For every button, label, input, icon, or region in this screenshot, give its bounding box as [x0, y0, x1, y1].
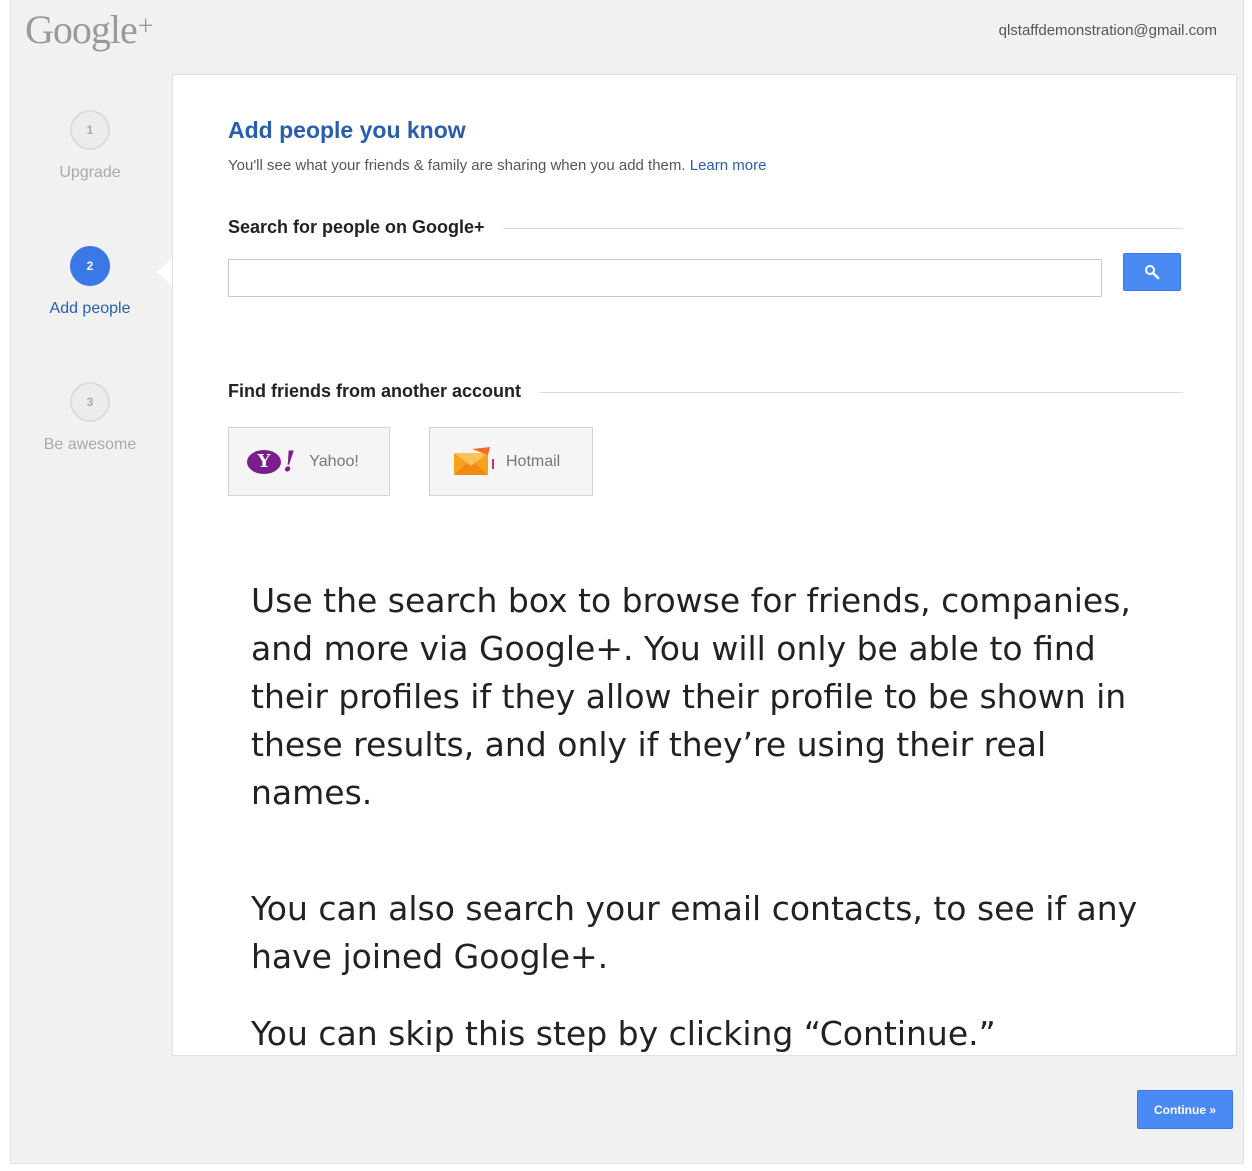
search-input[interactable]	[228, 259, 1102, 297]
yahoo-label: Yahoo!	[309, 452, 359, 470]
search-icon	[1145, 265, 1160, 280]
continue-button[interactable]: Continue »	[1137, 1090, 1233, 1129]
instruction-paragraph-3: You can skip this step by clicking “Cont…	[251, 1014, 996, 1053]
step-number-1: 1	[70, 110, 110, 150]
step-label-be-awesome: Be awesome	[43, 436, 137, 453]
google-plus-logo[interactable]: Google+	[25, 7, 154, 52]
main-panel: Add people you know You'll see what your…	[172, 74, 1237, 1056]
step-be-awesome[interactable]: 3 Be awesome	[29, 382, 151, 454]
yahoo-logo: Y!	[247, 445, 295, 478]
instruction-paragraph-2: You can also search your email contacts,…	[251, 889, 1138, 976]
yahoo-y-mark: Y	[247, 449, 281, 474]
step-label-add-people: Add people	[49, 300, 131, 317]
hotmail-label: Hotmail	[506, 452, 561, 470]
logo-text: Google	[25, 7, 138, 52]
page-frame: Google+ qlstaffdemonstration@gmail.com 1…	[10, 0, 1244, 1164]
hotmail-envelope-icon	[454, 446, 494, 475]
yahoo-button[interactable]: Y! Yahoo!	[228, 427, 390, 496]
search-button[interactable]	[1123, 253, 1181, 291]
page-title: Add people you know	[228, 117, 466, 143]
search-heading: Search for people on Google+	[228, 217, 503, 238]
subtitle-text: You'll see what your friends & family ar…	[228, 157, 686, 174]
step-number-2: 2	[70, 246, 110, 286]
step-number-3: 3	[70, 382, 110, 422]
find-heading: Find friends from another account	[228, 381, 540, 402]
yahoo-bang-mark: !	[283, 445, 296, 478]
hotmail-logo	[452, 446, 496, 477]
hotmail-button[interactable]: Hotmail	[429, 427, 593, 496]
logo-plus: +	[137, 11, 154, 42]
account-email[interactable]: qlstaffdemonstration@gmail.com	[999, 22, 1217, 39]
page-subtitle: You'll see what your friends & family ar…	[228, 157, 766, 174]
step-upgrade[interactable]: 1 Upgrade	[29, 110, 151, 182]
step-label-upgrade: Upgrade	[59, 164, 121, 181]
instruction-paragraph-1: Use the search box to browse for friends…	[251, 581, 1131, 812]
step-add-people[interactable]: 2 Add people	[29, 246, 151, 318]
learn-more-link[interactable]: Learn more	[690, 157, 767, 174]
active-step-pointer	[157, 258, 172, 286]
